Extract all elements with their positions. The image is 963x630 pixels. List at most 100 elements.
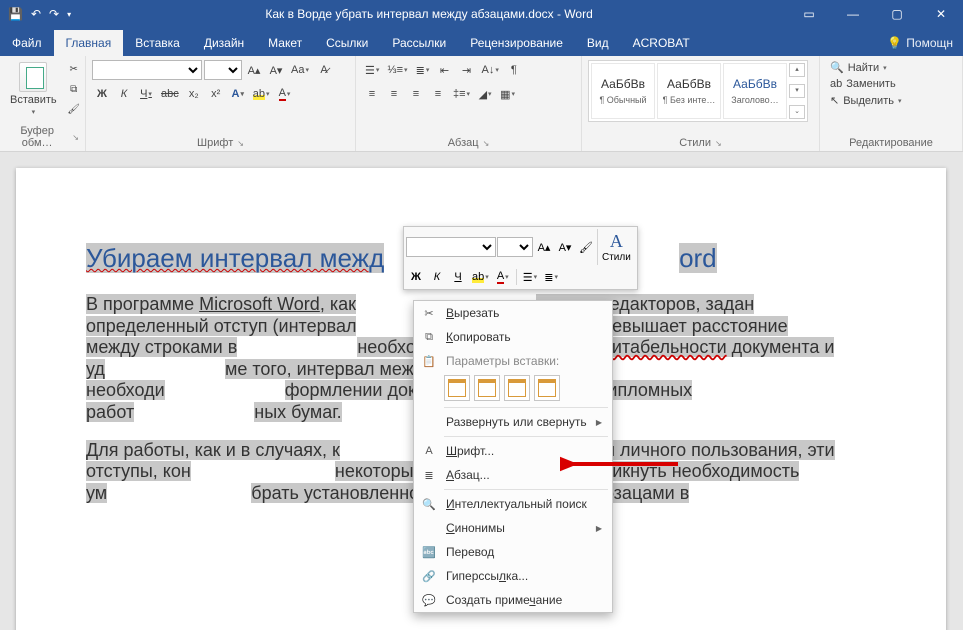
group-label-clipboard: Буфер обм… [6, 125, 68, 149]
undo-icon[interactable]: ↶ [31, 7, 41, 21]
styles-more[interactable]: ▴▾⌄ [789, 63, 805, 119]
copy-button[interactable]: ⧉ [65, 80, 83, 98]
font-color-button[interactable]: A [275, 84, 295, 104]
underline-button[interactable]: Ч [136, 84, 156, 104]
tell-me[interactable]: 💡Помощн [877, 30, 963, 56]
style-no-spacing[interactable]: АаБбВв¶ Без инте… [657, 63, 721, 119]
line-spacing-button[interactable]: ‡≡ [450, 84, 473, 104]
ctx-new-comment[interactable]: 💬Создать примечание [414, 588, 612, 612]
tab-references[interactable]: Ссылки [314, 30, 380, 56]
paste-text-only[interactable] [534, 375, 560, 401]
tab-mailings[interactable]: Рассылки [380, 30, 458, 56]
save-icon[interactable]: 💾 [8, 7, 23, 21]
subscript-button[interactable]: x₂ [184, 84, 204, 104]
ribbon-options-icon[interactable]: ▭ [787, 0, 831, 28]
mini-bullets[interactable]: ☰ [520, 267, 540, 287]
cut-button[interactable]: ✂ [65, 60, 83, 78]
tab-file[interactable]: Файл [0, 30, 54, 56]
numbering-button[interactable]: ⅓≡ [384, 60, 410, 80]
mini-numbering[interactable]: ≣ [541, 267, 561, 287]
tab-view[interactable]: Вид [575, 30, 621, 56]
tab-design[interactable]: Дизайн [192, 30, 256, 56]
paste-picture[interactable] [504, 375, 530, 401]
increase-indent-button[interactable]: ⇥ [457, 60, 477, 80]
grow-font-button[interactable]: A▴ [244, 60, 264, 80]
select-button[interactable]: ↖Выделить▾ [826, 93, 956, 108]
mini-format-painter[interactable]: 🖌 [576, 237, 596, 257]
italic-button[interactable]: К [114, 84, 134, 104]
mini-shrink-font[interactable]: A▾ [555, 237, 575, 257]
mini-grow-font[interactable]: A▴ [534, 237, 554, 257]
borders-button[interactable]: ▦ [497, 84, 518, 104]
dialog-launcher-icon[interactable]: ↘ [483, 139, 490, 148]
cursor-icon: ↖ [830, 94, 839, 107]
ctx-smart-lookup[interactable]: 🔍Интеллектуальный поиск [414, 492, 612, 516]
link-icon: 🔗 [420, 567, 438, 585]
ctx-copy[interactable]: ⧉Копировать [414, 325, 612, 349]
group-label-font: Шрифт [197, 137, 233, 149]
align-left-button[interactable]: ≡ [362, 84, 382, 104]
mini-underline[interactable]: Ч [448, 267, 468, 287]
tab-layout[interactable]: Макет [256, 30, 314, 56]
replace-button[interactable]: abЗаменить [826, 77, 956, 91]
mini-italic[interactable]: К [427, 267, 447, 287]
maximize-icon[interactable]: ▢ [875, 0, 919, 28]
shading-button[interactable]: ◢ [475, 84, 495, 104]
shrink-font-button[interactable]: A▾ [266, 60, 286, 80]
window-title: Как в Ворде убрать интервал между абзаца… [71, 7, 787, 21]
dialog-launcher-icon[interactable]: ↘ [72, 133, 79, 142]
align-right-button[interactable]: ≡ [406, 84, 426, 104]
font-size-select[interactable] [204, 60, 242, 80]
quick-access-toolbar: 💾 ↶ ↷ ▾ [0, 7, 71, 21]
close-icon[interactable]: ✕ [919, 0, 963, 28]
multilevel-button[interactable]: ≣ [413, 60, 433, 80]
ribbon-tabs: Файл Главная Вставка Дизайн Макет Ссылки… [0, 28, 963, 56]
paste-merge[interactable] [474, 375, 500, 401]
ctx-cut[interactable]: ✂Вырезать [414, 301, 612, 325]
ctx-paste-label: 📋Параметры вставки: [414, 349, 612, 373]
paste-keep-source[interactable] [444, 375, 470, 401]
ctx-hyperlink[interactable]: 🔗Гиперссылка... [414, 564, 612, 588]
mini-font-size[interactable] [497, 237, 533, 257]
dialog-launcher-icon[interactable]: ↘ [715, 139, 722, 148]
decrease-indent-button[interactable]: ⇤ [435, 60, 455, 80]
mini-font-family[interactable] [406, 237, 496, 257]
strike-button[interactable]: abc [158, 84, 182, 104]
comment-icon: 💬 [420, 591, 438, 609]
show-marks-button[interactable]: ¶ [504, 60, 524, 80]
bold-button[interactable]: Ж [92, 84, 112, 104]
ctx-translate[interactable]: 🔤Перевод [414, 540, 612, 564]
mini-bold[interactable]: Ж [406, 267, 426, 287]
redo-icon[interactable]: ↷ [49, 7, 59, 21]
title-bar: 💾 ↶ ↷ ▾ Как в Ворде убрать интервал межд… [0, 0, 963, 28]
paste-options [414, 373, 612, 405]
dialog-launcher-icon[interactable]: ↘ [237, 139, 244, 148]
superscript-button[interactable]: x² [206, 84, 226, 104]
change-case-button[interactable]: Aa [288, 60, 312, 80]
bullets-button[interactable]: ☰ [362, 60, 382, 80]
justify-button[interactable]: ≡ [428, 84, 448, 104]
text-effects-button[interactable]: A [228, 84, 248, 104]
styles-gallery[interactable]: АаБбВв¶ Обычный АаБбВв¶ Без инте… АаБбВв… [588, 60, 808, 122]
format-painter-button[interactable]: 🖌 [65, 100, 83, 118]
font-family-select[interactable] [92, 60, 202, 80]
tab-insert[interactable]: Вставка [123, 30, 192, 56]
sort-button[interactable]: A↓ [479, 60, 502, 80]
translate-icon: 🔤 [420, 543, 438, 561]
style-normal[interactable]: АаБбВв¶ Обычный [591, 63, 655, 119]
find-button[interactable]: 🔍Найти▾ [826, 60, 956, 75]
style-heading1[interactable]: АаБбВвЗаголово… [723, 63, 787, 119]
align-center-button[interactable]: ≡ [384, 84, 404, 104]
clear-formatting-button[interactable]: A̷ [314, 60, 334, 80]
tab-acrobat[interactable]: ACROBAT [621, 30, 702, 56]
mini-font-color[interactable]: A [493, 267, 513, 287]
mini-styles-button[interactable]: AСтили [597, 229, 635, 265]
ctx-expand-collapse[interactable]: Развернуть или свернуть▶ [414, 410, 612, 434]
mini-highlight[interactable]: ab [469, 267, 492, 287]
paste-button[interactable]: Вставить ▾ [6, 60, 61, 118]
tab-review[interactable]: Рецензирование [458, 30, 575, 56]
ctx-synonyms[interactable]: Синонимы▶ [414, 516, 612, 540]
tab-home[interactable]: Главная [54, 30, 124, 56]
minimize-icon[interactable]: — [831, 0, 875, 28]
highlight-button[interactable]: ab [250, 84, 273, 104]
